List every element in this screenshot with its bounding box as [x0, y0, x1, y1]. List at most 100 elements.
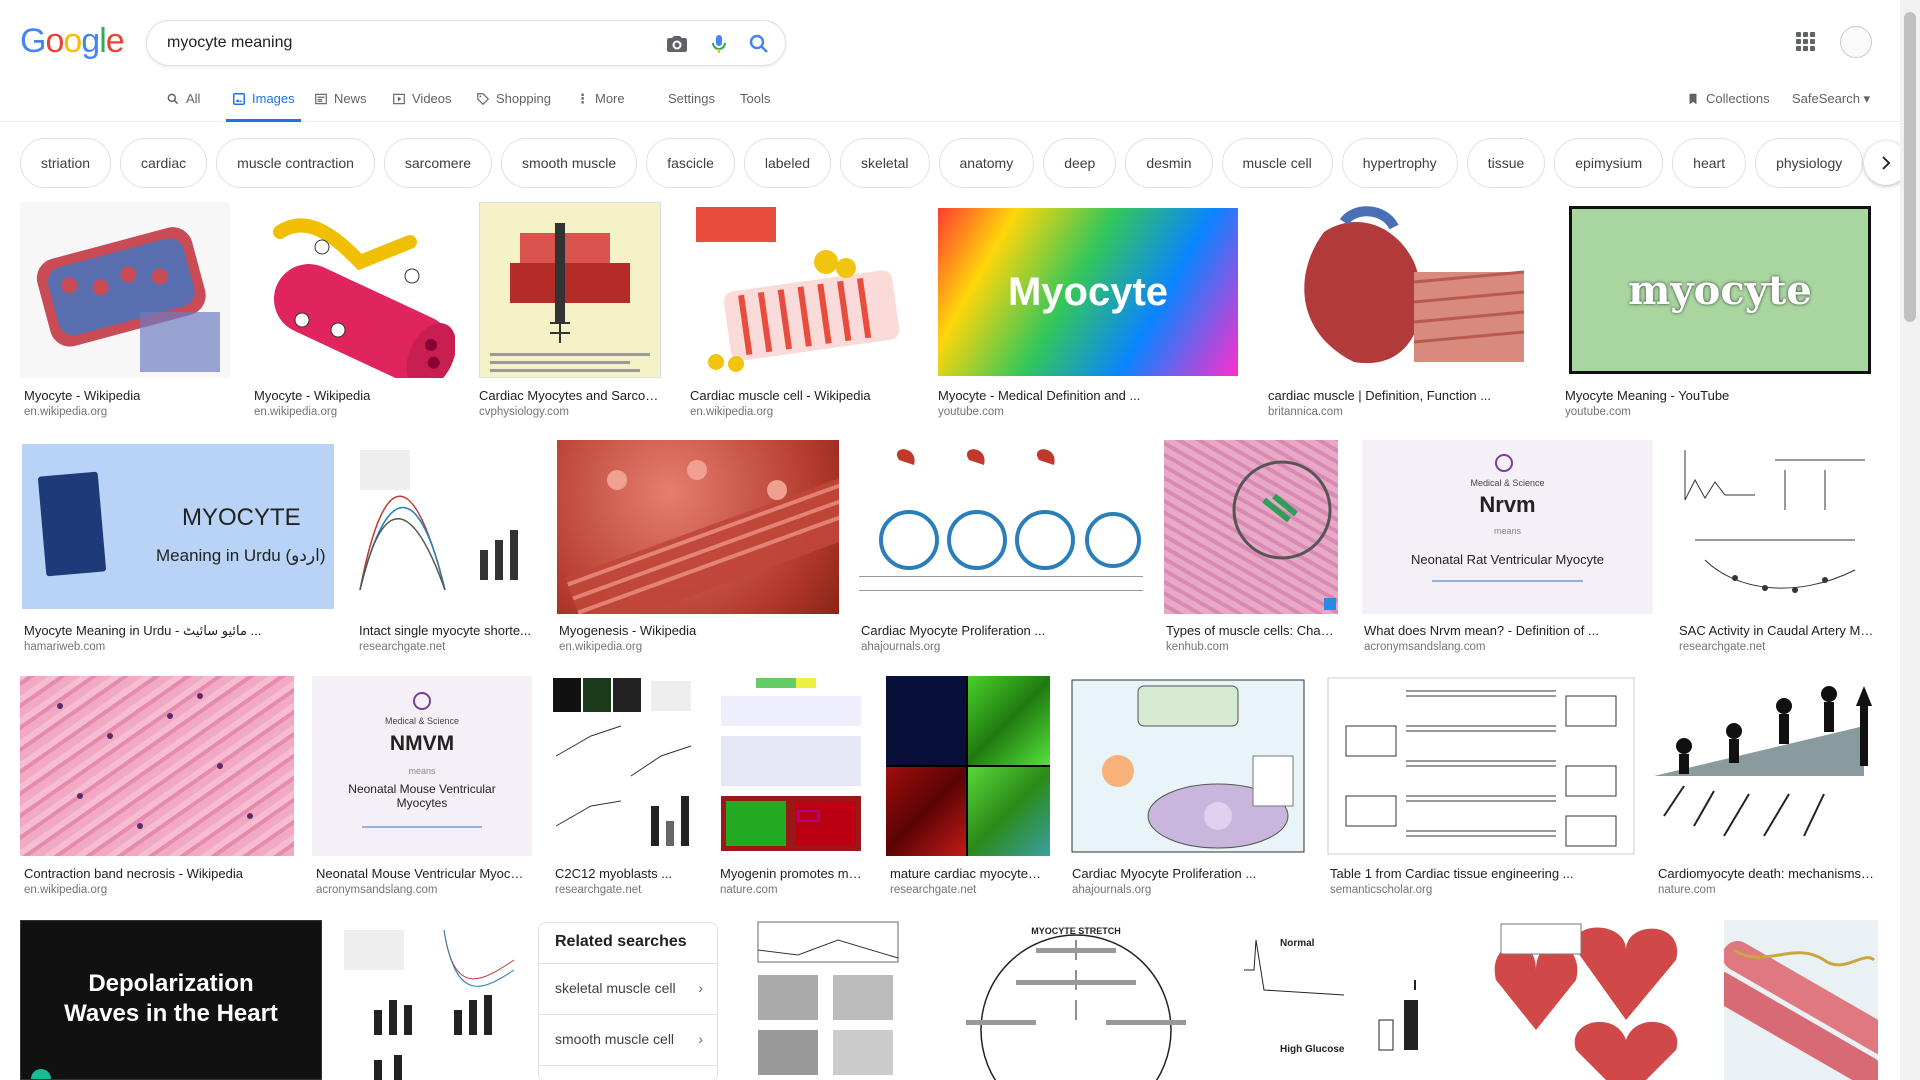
image-result[interactable] — [344, 920, 520, 1080]
image-result[interactable]: Myocyte Myocyte - Medical Definition and… — [934, 202, 1244, 422]
tab-videos[interactable]: Videos — [392, 91, 452, 122]
image-result[interactable]: MYOCYTE Meaning in Urdu (اردو) Myocyte M… — [20, 440, 336, 662]
search-box[interactable]: myocyte meaning — [146, 20, 786, 66]
image-result[interactable]: Table 1 from Cardiac tissue engineering … — [1326, 676, 1636, 898]
chip[interactable]: muscle cell — [1221, 138, 1333, 188]
image-result[interactable]: myocyte Myocyte Meaning - YouTube youtub… — [1561, 202, 1879, 422]
result-image[interactable] — [1675, 440, 1879, 614]
image-result[interactable]: Medical & Science Nrvm means Neonatal Ra… — [1360, 440, 1655, 662]
chip[interactable]: epimysium — [1554, 138, 1664, 188]
image-result[interactable]: Cardiac Myocytes and Sarcom... cvphysiol… — [475, 202, 665, 422]
related-search-item[interactable]: skeletal muscle cell › — [539, 963, 717, 1013]
scroll-thumb[interactable] — [1904, 12, 1916, 322]
chip[interactable]: skeletal — [840, 138, 930, 188]
image-result[interactable] — [1476, 920, 1706, 1080]
search-icon[interactable] — [747, 32, 771, 56]
related-search-item[interactable] — [539, 1065, 717, 1080]
result-image[interactable] — [344, 920, 520, 1080]
result-image[interactable] — [1654, 676, 1879, 856]
result-image[interactable] — [1068, 676, 1308, 856]
image-result[interactable]: Intact single myocyte shorte... research… — [355, 440, 535, 662]
image-result[interactable]: Contraction band necrosis - Wikipedia en… — [20, 676, 294, 898]
image-result[interactable]: Cardiac Myocyte Proliferation ... ahajou… — [1068, 676, 1308, 898]
result-image[interactable]: Depolarization Waves in the Heart — [20, 920, 322, 1080]
result-image[interactable] — [20, 676, 294, 856]
chip[interactable]: deep — [1043, 138, 1117, 188]
result-image[interactable] — [686, 202, 916, 378]
collections-link[interactable]: Collections — [1686, 91, 1770, 107]
result-image[interactable] — [886, 676, 1050, 856]
chip[interactable]: hypertrophy — [1341, 138, 1458, 188]
chip[interactable]: physiology — [1755, 138, 1864, 188]
tab-all[interactable]: All — [166, 91, 200, 122]
image-result[interactable]: cardiac muscle | Definition, Function ..… — [1264, 202, 1542, 422]
chip[interactable]: heart — [1672, 138, 1747, 188]
result-title: Myocyte - Medical Definition and ... — [938, 388, 1141, 403]
chip[interactable]: tissue — [1466, 138, 1546, 188]
safesearch-menu[interactable]: SafeSearch ▾ — [1792, 91, 1870, 107]
image-result[interactable]: Types of muscle cells: Chara... kenhub.c… — [1162, 440, 1340, 662]
result-image[interactable] — [20, 202, 230, 378]
image-result[interactable]: SAC Activity in Caudal Artery My... rese… — [1675, 440, 1879, 662]
book-icon — [37, 471, 107, 577]
result-image[interactable] — [738, 920, 918, 1080]
result-image[interactable]: Medical & Science NMVM means Neonatal Mo… — [312, 676, 532, 856]
chip[interactable]: striation — [20, 138, 112, 188]
image-result[interactable]: Myogenesis - Wikipedia en.wikipedia.org — [555, 440, 841, 662]
image-result[interactable]: mature cardiac myocytes.... researchgate… — [886, 676, 1050, 898]
image-result[interactable]: C2C12 myoblasts ... researchgate.net — [551, 676, 697, 898]
image-result[interactable]: Myogenin promotes my... nature.com — [716, 676, 866, 898]
image-result[interactable]: MYOCYTE STRETCH — [936, 920, 1216, 1080]
result-image[interactable] — [1476, 920, 1706, 1080]
result-image[interactable]: MYOCYTE Meaning in Urdu (اردو) — [22, 444, 334, 609]
image-result[interactable] — [738, 920, 918, 1080]
related-search-item[interactable]: smooth muscle cell › — [539, 1014, 717, 1064]
google-logo[interactable]: Google — [20, 22, 125, 61]
result-image[interactable]: Medical & Science Nrvm means Neonatal Ra… — [1362, 440, 1653, 614]
image-result[interactable]: Depolarization Waves in the Heart — [20, 920, 322, 1080]
result-image[interactable] — [1724, 920, 1878, 1080]
chip[interactable]: desmin — [1125, 138, 1213, 188]
image-result[interactable]: Cardiac Myocyte Proliferation ... ahajou… — [857, 440, 1145, 662]
tab-tools[interactable]: Tools — [740, 91, 770, 122]
search-input[interactable]: myocyte meaning — [167, 34, 292, 52]
account-avatar[interactable] — [1840, 26, 1872, 58]
result-image[interactable]: MYOCYTE STRETCH — [936, 920, 1216, 1080]
image-result[interactable] — [1724, 920, 1878, 1080]
image-result[interactable]: Cardiomyocyte death: mechanisms ... natu… — [1654, 676, 1879, 898]
result-image[interactable] — [1264, 202, 1542, 378]
camera-icon[interactable] — [665, 32, 689, 56]
tab-images[interactable]: Images — [226, 91, 301, 122]
apps-grid-icon[interactable] — [1796, 32, 1816, 52]
chip[interactable]: smooth muscle — [501, 138, 638, 188]
page-scrollbar[interactable] — [1900, 0, 1920, 1080]
chip[interactable]: labeled — [743, 138, 832, 188]
result-image[interactable] — [716, 676, 866, 856]
chip[interactable]: muscle contraction — [216, 138, 375, 188]
result-image[interactable] — [557, 440, 839, 614]
result-image[interactable] — [479, 202, 661, 378]
image-result[interactable]: Normal High Glucose — [1234, 920, 1432, 1080]
image-result[interactable]: Medical & Science NMVM means Neonatal Mo… — [312, 676, 532, 898]
image-result[interactable]: Myocyte - Wikipedia en.wikipedia.org — [250, 202, 455, 422]
chip[interactable]: cardiac — [120, 138, 208, 188]
microphone-icon[interactable] — [707, 32, 731, 56]
tab-more[interactable]: ⋮ More — [576, 91, 625, 122]
result-image[interactable] — [250, 202, 455, 378]
result-image[interactable] — [355, 440, 535, 614]
image-result[interactable]: Myocyte - Wikipedia en.wikipedia.org — [20, 202, 230, 422]
chip[interactable]: anatomy — [938, 138, 1035, 188]
result-image[interactable] — [859, 440, 1143, 614]
tab-news[interactable]: News — [314, 91, 367, 122]
result-image[interactable]: myocyte — [1569, 206, 1871, 374]
tab-settings[interactable]: Settings — [668, 91, 715, 122]
chip[interactable]: sarcomere — [383, 138, 493, 188]
result-image[interactable]: Myocyte — [938, 208, 1238, 376]
tab-shopping[interactable]: Shopping — [476, 91, 551, 122]
result-image[interactable] — [551, 676, 697, 856]
result-image[interactable] — [1326, 676, 1636, 856]
image-result[interactable]: Cardiac muscle cell - Wikipedia en.wikip… — [686, 202, 916, 422]
result-image[interactable] — [1164, 440, 1338, 614]
chip[interactable]: fascicle — [646, 138, 735, 188]
result-image[interactable]: Normal High Glucose — [1234, 920, 1432, 1080]
